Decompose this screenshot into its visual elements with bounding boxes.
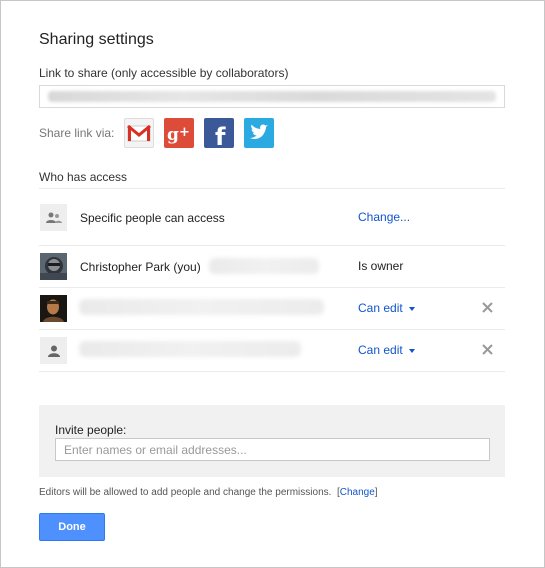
dialog-title: Sharing settings xyxy=(39,31,154,48)
divider xyxy=(39,245,505,246)
change-visibility-link[interactable]: Change... xyxy=(358,210,410,224)
role-dropdown[interactable]: Can edit xyxy=(358,301,415,315)
owner-role: Is owner xyxy=(358,259,404,273)
editor-permissions-note: Editors will be allowed to add people an… xyxy=(39,487,378,498)
sharing-dialog: Sharing settings Link to share (only acc… xyxy=(0,0,545,568)
caret-down-icon xyxy=(408,348,415,353)
footnote-text: Editors will be allowed to add people an… xyxy=(39,487,332,498)
share-via-label: Share link via: xyxy=(39,126,115,140)
redacted-person xyxy=(79,341,301,357)
google-plus-icon[interactable]: g + xyxy=(164,118,194,148)
remove-icon[interactable] xyxy=(482,302,493,313)
twitter-icon[interactable] xyxy=(244,118,274,148)
visibility-label: Specific people can access xyxy=(80,211,225,225)
gmail-icon[interactable] xyxy=(124,118,154,148)
role-label: Can edit xyxy=(358,343,403,357)
invite-panel: Invite people: xyxy=(39,405,505,477)
avatar xyxy=(40,253,67,280)
remove-icon[interactable] xyxy=(482,344,493,355)
svg-text:+: + xyxy=(179,125,190,140)
people-icon xyxy=(40,204,67,231)
person-icon xyxy=(40,337,67,364)
role-dropdown[interactable]: Can edit xyxy=(358,343,415,357)
invite-label: Invite people: xyxy=(55,423,127,437)
redacted-person xyxy=(79,299,324,315)
person-name: Christopher Park (you) xyxy=(80,260,201,274)
redacted-link xyxy=(48,91,496,102)
change-permissions-link[interactable]: Change xyxy=(340,487,375,498)
facebook-icon[interactable]: f xyxy=(204,118,234,148)
done-button[interactable]: Done xyxy=(39,513,105,541)
link-label: Link to share (only accessible by collab… xyxy=(39,66,289,80)
role-label: Can edit xyxy=(358,301,403,315)
invite-input[interactable] xyxy=(55,438,490,461)
svg-text:f: f xyxy=(215,123,226,148)
divider xyxy=(39,188,505,189)
divider xyxy=(39,329,505,330)
svg-text:g: g xyxy=(167,125,179,145)
redacted-email xyxy=(209,258,319,274)
share-link-field[interactable] xyxy=(39,85,505,108)
who-has-access-heading: Who has access xyxy=(39,170,128,184)
divider xyxy=(39,371,505,372)
caret-down-icon xyxy=(408,306,415,311)
divider xyxy=(39,287,505,288)
avatar xyxy=(40,295,67,322)
